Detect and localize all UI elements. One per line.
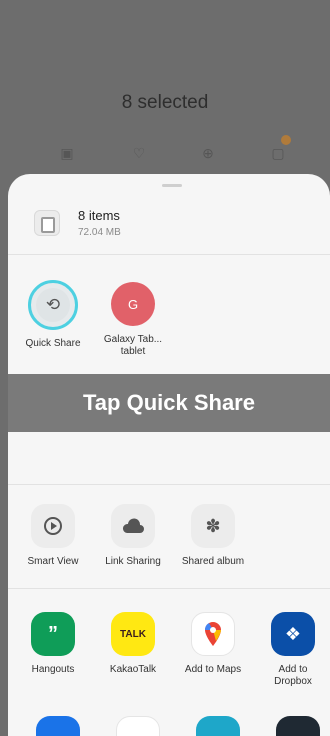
- notification-badge: [281, 135, 291, 145]
- file-info: 8 items 72.04 MB: [8, 194, 330, 252]
- cloud-share-icon: [111, 504, 155, 548]
- app-add-to-dropbox[interactable]: ❖ Add to Dropbox: [254, 612, 330, 688]
- divider: [8, 484, 330, 485]
- smart-view-label: Smart View: [27, 556, 79, 567]
- file-size: 72.04 MB: [78, 227, 121, 238]
- gallery-icon: ▣: [60, 144, 74, 161]
- quick-share-button[interactable]: ⟲ Quick Share: [14, 280, 92, 350]
- app-hangouts[interactable]: ” Hangouts: [14, 612, 92, 676]
- shared-album-icon: ✽: [191, 504, 235, 548]
- device-avatar: G: [111, 282, 155, 326]
- app-add-to-maps[interactable]: Add to Maps: [174, 612, 252, 676]
- app-icon-partial[interactable]: [276, 716, 320, 736]
- hint-text: Tap Quick Share: [83, 390, 255, 415]
- app-icon-partial[interactable]: [36, 716, 80, 736]
- maps-icon: [191, 612, 235, 656]
- smart-view-button[interactable]: Smart View: [14, 504, 92, 568]
- message-icon: ▢: [263, 135, 293, 168]
- shared-album-label: Shared album: [181, 556, 245, 567]
- link-sharing-label: Link Sharing: [105, 556, 161, 567]
- hint-overlay: Tap Quick Share: [8, 374, 330, 432]
- app-label: KakaoTalk: [109, 664, 157, 675]
- selection-title: 8 selected: [121, 92, 209, 113]
- file-icon: [34, 210, 60, 236]
- device-target-galaxy-tab[interactable]: G Galaxy Tab... tablet: [94, 282, 172, 358]
- app-label: Hangouts: [31, 664, 75, 675]
- hangouts-icon: ”: [31, 612, 75, 656]
- quick-share-label: Quick Share: [25, 338, 81, 349]
- app-icon-partial[interactable]: [116, 716, 160, 736]
- sheet-handle[interactable]: [162, 184, 182, 187]
- quick-share-icon: ⟲: [28, 280, 78, 330]
- app-icon-partial[interactable]: [196, 716, 240, 736]
- file-count: 8 items: [78, 208, 120, 223]
- app-label: Add to Maps: [184, 664, 242, 675]
- kakaotalk-icon: TALK: [111, 612, 155, 656]
- plus-icon: ⊕: [202, 144, 214, 161]
- device-label: Galaxy Tab... tablet: [103, 334, 163, 357]
- heart-icon: ♡: [132, 144, 146, 161]
- smart-view-icon: [31, 504, 75, 548]
- app-label: Add to Dropbox: [274, 664, 312, 687]
- dropbox-icon: ❖: [271, 612, 315, 656]
- divider: [8, 588, 330, 589]
- divider: [8, 254, 330, 255]
- shared-album-button[interactable]: ✽ Shared album: [174, 504, 252, 568]
- link-sharing-button[interactable]: Link Sharing: [94, 504, 172, 568]
- background-toolbar: ▣ ♡ ⊕ ▢: [0, 135, 330, 168]
- app-kakaotalk[interactable]: TALK KakaoTalk: [94, 612, 172, 676]
- share-sheet: 8 items 72.04 MB ⟲ Quick Share G Galaxy …: [8, 174, 330, 736]
